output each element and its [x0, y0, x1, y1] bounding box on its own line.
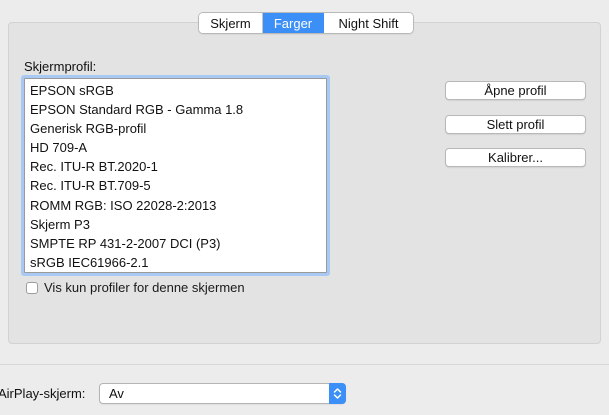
open-profile-button[interactable]: Åpne profil — [445, 81, 586, 100]
profile-list-item[interactable]: Rec. ITU-R BT.709-5 — [25, 176, 326, 195]
profile-list-item[interactable]: EPSON sRGB — [25, 81, 326, 100]
segmented-tab-control: Skjerm Farger Night Shift — [198, 12, 414, 34]
tab-night-shift[interactable]: Night Shift — [324, 13, 413, 33]
profile-list-item[interactable]: sRGB IEC61966-2.1 — [25, 253, 326, 272]
profile-list-item[interactable]: ROMM RGB: ISO 22028-2:2013 — [25, 196, 326, 215]
airplay-display-label: AirPlay-skjerm: — [0, 386, 86, 401]
profile-list-item[interactable]: Rec. ITU-R BT.2020-1 — [25, 157, 326, 176]
profile-list-item[interactable]: Generisk RGB-profil — [25, 119, 326, 138]
display-profile-label: Skjermprofil: — [24, 59, 97, 74]
show-only-this-display-label: Vis kun profiler for denne skjermen — [44, 280, 245, 295]
profile-list-item[interactable]: Skjerm P3 — [25, 215, 326, 234]
show-only-this-display-checkbox[interactable] — [26, 281, 38, 294]
profile-list-item[interactable]: EPSON Standard RGB - Gamma 1.8 — [25, 100, 326, 119]
airplay-display-select[interactable]: Av — [99, 383, 346, 404]
calibrate-button[interactable]: Kalibrer... — [445, 148, 586, 167]
display-profile-list[interactable]: EPSON sRGB EPSON Standard RGB - Gamma 1.… — [24, 78, 327, 273]
delete-profile-button[interactable]: Slett profil — [445, 115, 586, 134]
chevron-up-down-icon — [329, 383, 346, 404]
airplay-display-value: Av — [109, 386, 124, 401]
profile-list-item[interactable]: HD 709-A — [25, 138, 326, 157]
tab-skjerm[interactable]: Skjerm — [199, 13, 263, 33]
show-only-this-display-option[interactable]: Vis kun profiler for denne skjermen — [26, 280, 245, 295]
tab-farger[interactable]: Farger — [263, 13, 324, 33]
profile-list-item[interactable]: SMPTE RP 431-2-2007 DCI (P3) — [25, 234, 326, 253]
